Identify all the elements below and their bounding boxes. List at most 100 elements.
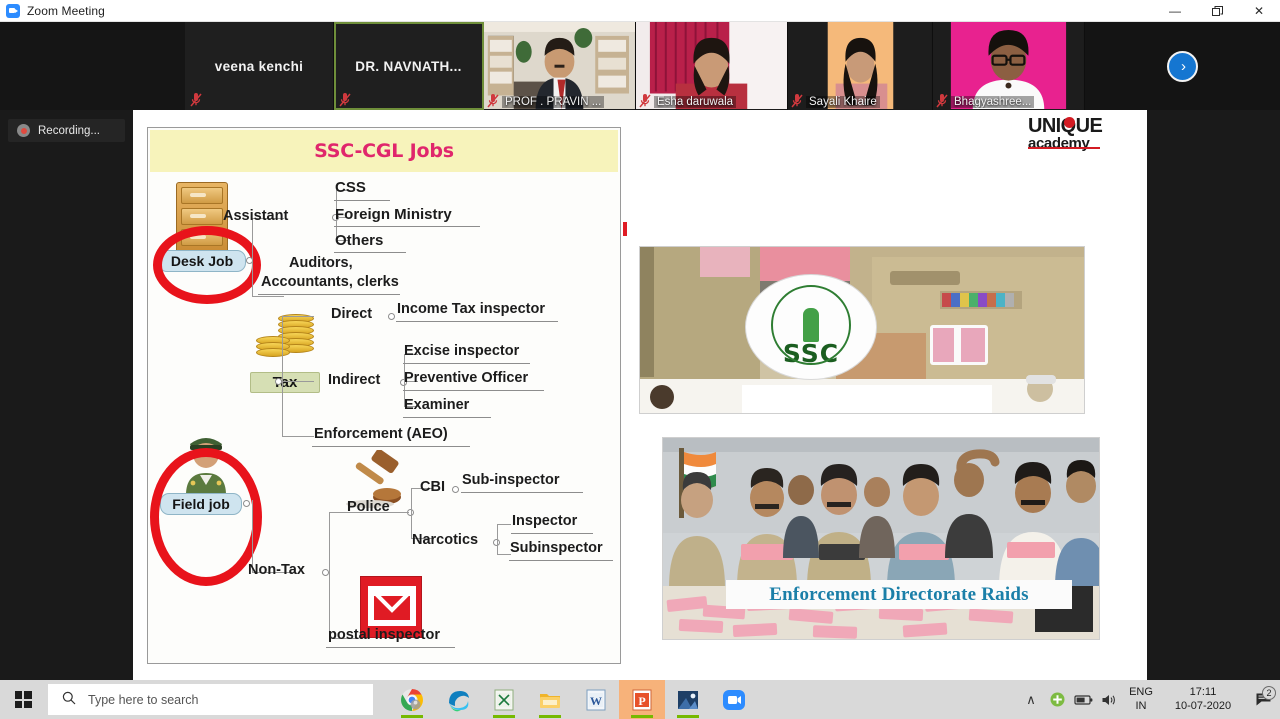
branch-line <box>497 554 511 555</box>
participant-tile-dr-navnath[interactable]: DR. NAVNATH... <box>334 22 484 110</box>
start-button[interactable] <box>0 680 46 719</box>
connector-node <box>275 378 282 385</box>
participant-name: PROF . PRAVIN ... <box>502 96 604 108</box>
branch-line <box>282 316 283 382</box>
ssc-cgl-mindmap: SSC-CGL Jobs Desk Job Assistant CSS Fore… <box>147 127 621 664</box>
record-icon <box>17 124 30 137</box>
mindmap-leaf-preventive-officer: Preventive Officer <box>404 371 528 386</box>
mindmap-leaf-foreign-ministry: Foreign Ministry <box>335 207 452 223</box>
restore-button[interactable] <box>1196 0 1238 22</box>
participant-tile-sayali-khaire[interactable]: Sayali Khaire <box>788 22 933 110</box>
clock-date: 10-07-2020 <box>1160 700 1246 714</box>
security-shield-icon[interactable] <box>1044 680 1070 719</box>
zoom-icon <box>6 4 20 18</box>
next-participants-button[interactable]: › <box>1167 51 1198 82</box>
coins-icon <box>256 314 318 372</box>
photo-content <box>663 438 1100 640</box>
taskbar-app-excel[interactable] <box>481 680 527 719</box>
participant-tile-prof-pravin[interactable]: PROF . PRAVIN ... <box>484 22 636 110</box>
enforcement-raid-photo: Enforcement Directorate Raids <box>662 437 1100 640</box>
muted-mic-icon <box>190 93 202 107</box>
mindmap-leaf-postal-inspector: postal inspector <box>328 628 440 643</box>
muted-mic-icon <box>936 94 948 108</box>
zoom-app-icon <box>722 688 746 712</box>
show-hidden-icons-button[interactable]: ∧ <box>1018 680 1044 719</box>
taskbar-app-file-explorer[interactable] <box>527 680 573 719</box>
participant-name: Sayali Khaire <box>806 96 880 108</box>
participant-tile-veena-kenchi[interactable]: veena kenchi <box>185 22 334 110</box>
branch-line <box>329 512 409 513</box>
shared-screen-content: UNIQUE academy SSC-CGL Jobs Desk Job Ass… <box>133 110 1147 680</box>
mindmap-leaf-css: CSS <box>335 180 366 196</box>
connector-node <box>243 500 250 507</box>
participant-name: Bhagyashree... <box>951 96 1034 108</box>
participant-tile-empty[interactable] <box>0 22 185 110</box>
mindmap-label-assistant: Assistant <box>223 209 288 224</box>
svg-text:P: P <box>638 694 645 708</box>
filmstrip-next-region: › <box>1085 22 1280 110</box>
folder-icon <box>538 688 562 712</box>
chrome-icon <box>400 688 424 712</box>
search-icon <box>62 691 76 708</box>
mindmap-label-non-tax: Non-Tax <box>248 563 305 578</box>
branch-line <box>252 218 253 262</box>
branch-line <box>282 316 314 317</box>
mindmap-leaf-income-tax-inspector: Income Tax inspector <box>397 302 545 317</box>
participant-tile-bhagyashree[interactable]: Bhagyashree... <box>933 22 1085 110</box>
minimize-button[interactable]: — <box>1154 0 1196 22</box>
mindmap-node-tax[interactable]: Tax <box>250 372 320 393</box>
language-indicator[interactable]: ENG IN <box>1122 686 1160 714</box>
connector-node <box>322 569 329 576</box>
windows-taskbar: Type here to search <box>0 680 1280 719</box>
mindmap-label-narcotics: Narcotics <box>412 533 478 548</box>
windows-logo-icon <box>15 691 32 708</box>
muted-mic-icon <box>339 93 351 107</box>
mindmap-label-cbi: CBI <box>420 480 445 495</box>
restore-icon <box>1212 6 1223 17</box>
branch-line <box>282 436 314 437</box>
muted-mic-icon <box>791 94 803 108</box>
taskbar-app-list: W P <box>389 680 757 719</box>
window-title-bar: Zoom Meeting — ✕ <box>0 0 1280 22</box>
window-controls: — ✕ <box>1154 0 1280 22</box>
recording-indicator[interactable]: Recording... <box>8 119 125 142</box>
mindmap-label-direct: Direct <box>331 307 372 322</box>
volume-icon[interactable] <box>1096 680 1122 719</box>
taskbar-app-powerpoint[interactable]: P <box>619 680 665 719</box>
field-job-highlight-annotation <box>150 448 262 586</box>
participant-filmstrip: veena kenchi DR. NAVNATH... <box>0 22 1280 110</box>
taskbar-app-zoom[interactable] <box>711 680 757 719</box>
participant-name: veena kenchi <box>207 59 311 74</box>
taskbar-app-photos[interactable] <box>665 680 711 719</box>
powerpoint-icon: P <box>630 688 654 712</box>
notification-center-button[interactable]: 2 <box>1246 692 1280 707</box>
branch-line <box>282 381 314 382</box>
participant-name: DR. NAVNATH... <box>347 59 469 74</box>
window-title: Zoom Meeting <box>27 4 105 18</box>
slide-title-band: SSC-CGL Jobs <box>150 130 618 172</box>
muted-mic-icon <box>487 94 499 108</box>
mindmap-leaf-subinspector: Subinspector <box>510 541 603 556</box>
connector-node <box>452 486 459 493</box>
participant-tile-esha-daruwala[interactable]: Esha daruwala <box>636 22 788 110</box>
unique-academy-logo: UNIQUE academy <box>1028 116 1136 148</box>
taskbar-app-edge[interactable] <box>435 680 481 719</box>
participant-name: Esha daruwala <box>654 96 736 108</box>
slide-title: SSC-CGL Jobs <box>314 140 454 162</box>
taskbar-app-chrome[interactable] <box>389 680 435 719</box>
close-button[interactable]: ✕ <box>1238 0 1280 22</box>
ssc-logo-badge: SSC <box>745 274 877 380</box>
taskbar-app-word[interactable]: W <box>573 680 619 719</box>
mindmap-leaf-auditors-line2: Accountants, clerks <box>261 275 399 290</box>
branch-line <box>252 260 253 296</box>
caption-text: Enforcement Directorate Raids <box>769 584 1028 606</box>
battery-icon[interactable] <box>1070 680 1096 719</box>
logo-dot-icon <box>1064 117 1075 128</box>
clock[interactable]: 17:11 10-07-2020 <box>1160 686 1246 714</box>
search-input[interactable]: Type here to search <box>48 684 373 715</box>
photos-icon <box>676 688 700 712</box>
branch-line <box>282 381 283 436</box>
enforcement-caption: Enforcement Directorate Raids <box>726 580 1072 609</box>
language-line-2: IN <box>1122 700 1160 714</box>
mindmap-leaf-others: Others <box>335 233 383 249</box>
